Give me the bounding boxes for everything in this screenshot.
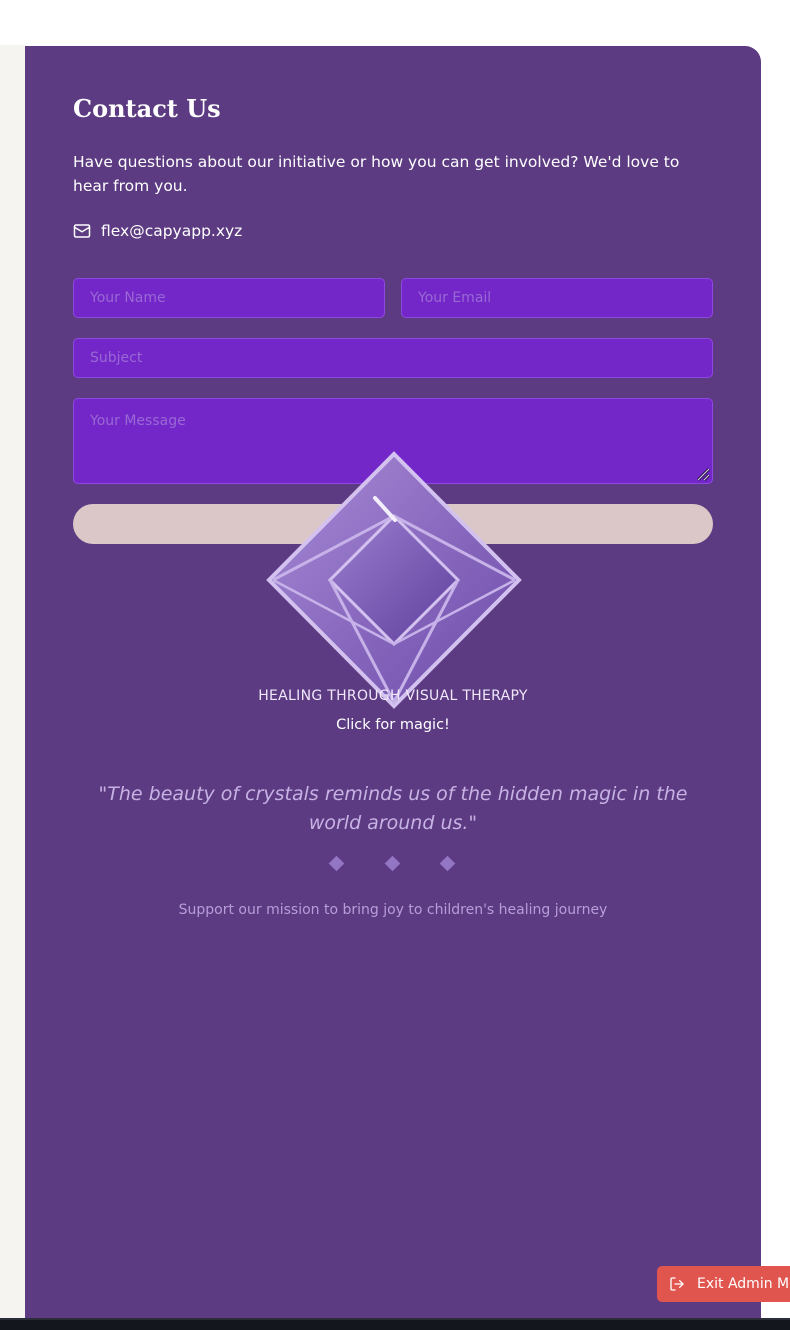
support-message: Support our mission to bring joy to chil… <box>178 902 608 918</box>
contact-email-row: flex@capyapp.xyz <box>73 222 242 240</box>
resize-handle-icon[interactable] <box>695 466 711 482</box>
background-strip <box>0 45 25 1318</box>
diamond-icon <box>439 855 456 872</box>
diamond-icon <box>384 855 401 872</box>
contact-intro: Have questions about our initiative or h… <box>73 153 680 195</box>
exit-admin-mode-button[interactable]: Exit Admin Mode <box>657 1266 790 1302</box>
crystal-icon[interactable] <box>263 450 525 712</box>
click-for-magic-link[interactable]: Click for magic! <box>25 717 761 733</box>
contact-section: Contact Us Have questions about our init… <box>25 46 761 1318</box>
name-input[interactable] <box>73 278 385 318</box>
crystal-tagline: HEALING THROUGH VISUAL THERAPY <box>258 688 528 704</box>
logout-icon <box>670 1277 684 1291</box>
bottom-bar <box>0 1318 790 1330</box>
email-input[interactable] <box>401 278 713 318</box>
subject-input[interactable] <box>73 338 713 378</box>
contact-title: Contact Us <box>73 94 221 123</box>
mail-icon <box>73 224 91 238</box>
exit-admin-mode-label: Exit Admin Mode <box>697 1276 790 1292</box>
crystal-quote: "The beauty of crystals reminds us of th… <box>98 783 688 834</box>
diamond-icon <box>328 855 345 872</box>
contact-email[interactable]: flex@capyapp.xyz <box>101 222 242 240</box>
